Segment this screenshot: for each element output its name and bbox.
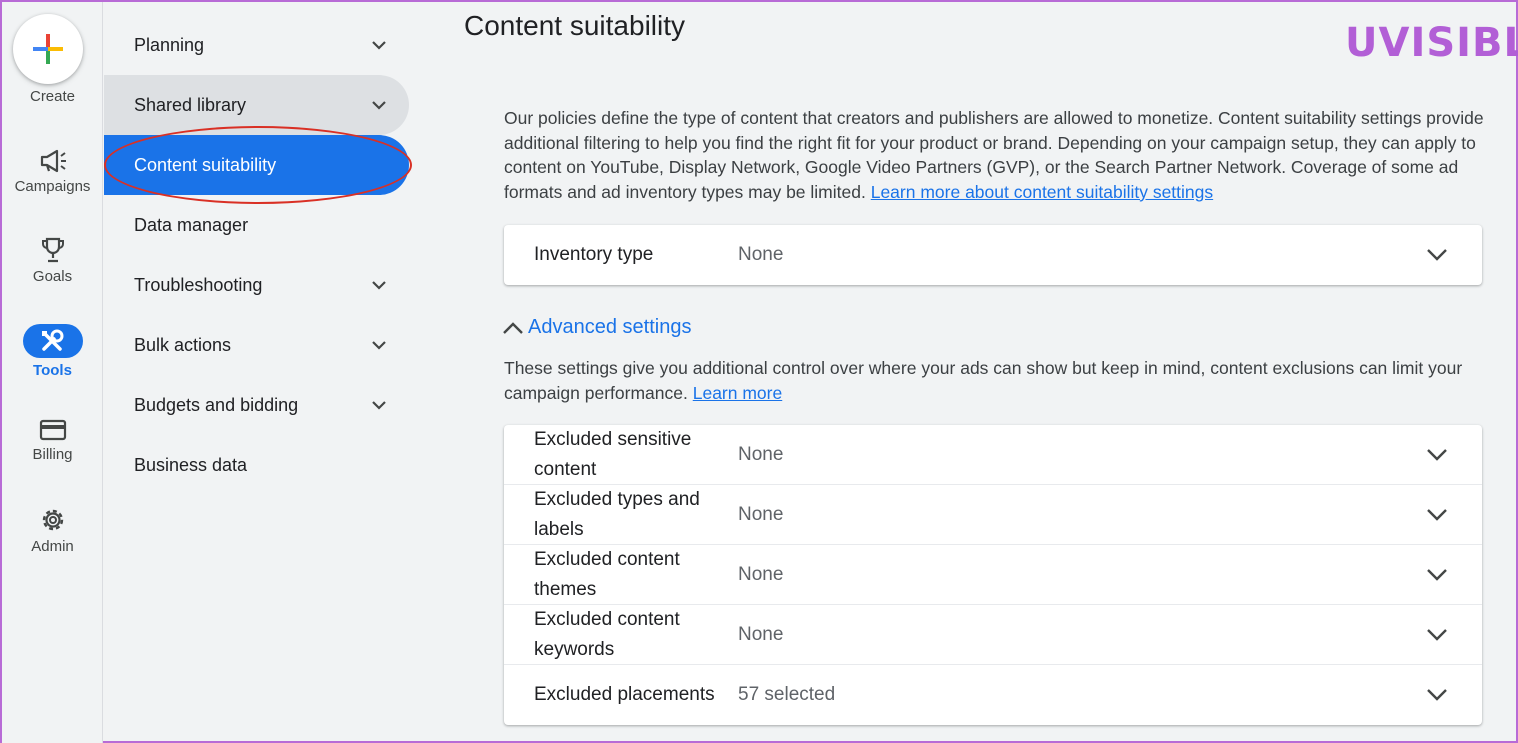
excluded-sensitive-content-row[interactable]: Excluded sensitive content None: [504, 425, 1482, 485]
advanced-settings-toggle[interactable]: Advanced settings: [502, 316, 691, 339]
rail-label-billing: Billing: [32, 446, 73, 463]
chevron-down-icon[interactable]: [1426, 626, 1448, 642]
create-label-wrap: Create: [2, 88, 103, 105]
tools-active-pill: [22, 324, 83, 358]
rail-item-campaigns[interactable]: Campaigns: [2, 148, 103, 195]
nav-item-budgets-and-bidding[interactable]: Budgets and bidding: [104, 375, 409, 435]
chevron-down-icon[interactable]: [1426, 686, 1448, 702]
row-value: 57 selected: [738, 684, 836, 705]
rail-item-billing[interactable]: Billing: [2, 418, 103, 463]
row-label: Inventory type: [534, 244, 654, 265]
rail-item-admin[interactable]: Admin: [2, 506, 103, 555]
chevron-down-icon[interactable]: [1426, 446, 1448, 462]
rail-label-campaigns: Campaigns: [14, 178, 91, 195]
row-label: Excluded content keywords: [534, 609, 680, 660]
learn-more-link[interactable]: Learn more: [693, 383, 783, 403]
nav-label: Planning: [134, 34, 205, 55]
row-value: None: [738, 504, 784, 525]
row-value: None: [738, 444, 784, 465]
chevron-down-icon: [372, 281, 386, 290]
tools-icon: [41, 329, 63, 351]
nav-label: Shared library: [134, 94, 247, 115]
rail-label-admin: Admin: [31, 538, 74, 555]
chevron-down-icon: [372, 101, 386, 110]
left-rail: Create Campaigns Goals Tools Billing Adm…: [2, 2, 103, 743]
trophy-icon: [41, 237, 64, 263]
advanced-settings-card: Excluded sensitive content None Excluded…: [504, 425, 1482, 725]
excluded-content-themes-row[interactable]: Excluded content themes None: [504, 545, 1482, 605]
inventory-type-card: Inventory type None: [504, 225, 1482, 285]
nav-item-troubleshooting[interactable]: Troubleshooting: [104, 255, 409, 315]
nav-item-content-suitability[interactable]: Content suitability: [104, 135, 409, 195]
rail-item-goals[interactable]: Goals: [2, 236, 103, 285]
row-label: Excluded placements: [534, 684, 715, 705]
chevron-down-icon: [372, 401, 386, 410]
nav-item-bulk-actions[interactable]: Bulk actions: [104, 315, 409, 375]
chevron-down-icon: [372, 341, 386, 350]
nav-item-shared-library[interactable]: Shared library: [104, 75, 409, 135]
rail-label-goals: Goals: [32, 268, 73, 285]
nav-item-business-data[interactable]: Business data: [104, 435, 409, 495]
credit-card-icon: [39, 419, 66, 441]
rail-label-tools: Tools: [33, 362, 72, 379]
rail-item-tools[interactable]: Tools: [2, 324, 103, 379]
excluded-types-labels-row[interactable]: Excluded types and labels None: [504, 485, 1482, 545]
create-button[interactable]: [13, 14, 83, 84]
nav-label: Content suitability: [134, 154, 277, 175]
chevron-down-icon[interactable]: [1426, 506, 1448, 522]
excluded-content-keywords-row[interactable]: Excluded content keywords None: [504, 605, 1482, 665]
page-title: Content suitability: [464, 10, 686, 41]
nav-label: Budgets and bidding: [134, 394, 299, 415]
watermark-logo: UVISIBLE: [1345, 20, 1518, 66]
megaphone-icon: [40, 149, 66, 173]
advanced-description: These settings give you additional contr…: [504, 356, 1484, 405]
row-value: None: [738, 624, 784, 645]
advanced-settings-label: Advanced settings: [528, 316, 692, 338]
nav-label: Business data: [134, 454, 248, 475]
row-value: None: [738, 244, 784, 265]
nav-label: Bulk actions: [134, 334, 232, 355]
row-label: Excluded content themes: [534, 549, 680, 600]
chevron-down-icon[interactable]: [1426, 566, 1448, 582]
chevron-down-icon[interactable]: [1426, 246, 1448, 262]
inventory-type-row[interactable]: Inventory type None: [504, 225, 1482, 285]
excluded-placements-row[interactable]: Excluded placements 57 selected: [504, 665, 1482, 725]
plus-icon: [33, 34, 63, 64]
learn-more-suitability-link[interactable]: Learn more about content suitability set…: [871, 182, 1213, 202]
nav-item-data-manager[interactable]: Data manager: [104, 195, 409, 255]
advanced-desc-text: These settings give you additional contr…: [504, 358, 1463, 403]
nav-item-planning[interactable]: Planning: [104, 15, 409, 75]
row-label: Excluded types and labels: [534, 489, 700, 540]
row-label: Excluded sensitive content: [534, 429, 692, 480]
nav-label: Data manager: [134, 214, 249, 235]
create-label: Create: [29, 88, 76, 105]
chevron-down-icon: [372, 41, 386, 50]
row-value: None: [738, 564, 784, 585]
gear-icon: [42, 509, 63, 531]
chevron-up-icon: [503, 321, 523, 334]
intro-paragraph: Our policies define the type of content …: [504, 106, 1484, 204]
nav-label: Troubleshooting: [134, 274, 263, 295]
secondary-nav: Planning Shared library Content suitabil…: [104, 2, 414, 743]
